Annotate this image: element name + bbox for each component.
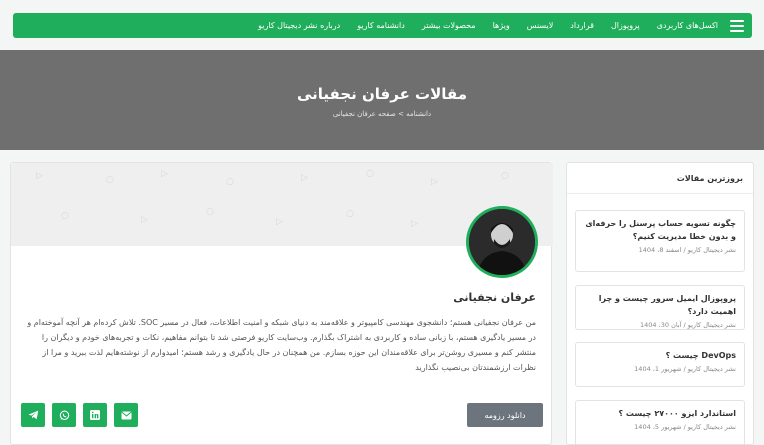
nav-item-proposal[interactable]: پروپوزال bbox=[611, 21, 640, 30]
article-card[interactable]: استاندارد ایزو ۲۷۰۰۰ چیست ؟ نشر دیجیتال … bbox=[575, 400, 745, 444]
article-card[interactable]: DevOps چیست ؟ نشر دیجیتال کاریو / شهریور… bbox=[575, 342, 745, 387]
author-photo bbox=[469, 209, 535, 275]
nav-menu: اکسل‌های کاربردی پروپوزال قرارداد لایسنس… bbox=[258, 21, 718, 30]
nav-item-about[interactable]: درباره نشر دیجیتال کاریو bbox=[258, 21, 340, 30]
linkedin-icon[interactable] bbox=[83, 403, 107, 427]
menu-icon[interactable] bbox=[730, 19, 744, 32]
article-meta: نشر دیجیتال کاریو / اسفند 8، 1404 bbox=[638, 246, 736, 254]
telegram-icon[interactable] bbox=[21, 403, 45, 427]
article-card[interactable]: پروپوزال ایمیل سرور چیست و چرا اهمیت دار… bbox=[575, 285, 745, 330]
nav-item-contract[interactable]: قرارداد bbox=[570, 21, 594, 30]
nav-item-more-products[interactable]: محصولات بیشتر bbox=[422, 21, 476, 30]
article-title[interactable]: استاندارد ایزو ۲۷۰۰۰ چیست ؟ bbox=[584, 407, 736, 420]
article-meta: نشر دیجیتال کاریو / شهریور 1، 1404 bbox=[634, 365, 736, 373]
nav-item-license[interactable]: لایسنس bbox=[527, 21, 554, 30]
page-hero: مقالات عرفان نجفیانی دانشنامه > صفحه عرف… bbox=[0, 50, 764, 150]
breadcrumb[interactable]: دانشنامه > صفحه عرفان نجفیانی bbox=[0, 110, 764, 118]
page-title: مقالات عرفان نجفیانی bbox=[296, 85, 468, 103]
social-links bbox=[21, 403, 138, 427]
article-meta: نشر دیجیتال کاریو / آبان 30، 1404 bbox=[640, 321, 736, 329]
author-bio: من عرفان نجفیانی هستم؛ دانشجوی مهندسی کا… bbox=[27, 318, 536, 372]
nav-item-knowledge[interactable]: دانشنامه کاریو bbox=[357, 21, 405, 30]
article-title[interactable]: DevOps چیست ؟ bbox=[584, 349, 736, 362]
nav-item-excel[interactable]: اکسل‌های کاربردی bbox=[657, 21, 718, 30]
author-card: ▷ ○ ▷ ○ ▷ ○ ▷ ○ ○ ▷ ○ ▷ ○ ▷ عرفان نجفیان… bbox=[10, 162, 553, 445]
avatar bbox=[466, 206, 538, 278]
author-name: عرفان نجفیانی bbox=[453, 291, 536, 304]
sidebar-title: بروزترین مقالات bbox=[676, 174, 743, 183]
download-resume-button[interactable]: دانلود رزومه bbox=[467, 403, 543, 427]
article-meta: نشر دیجیتال کاریو / شهریور 5، 1404 bbox=[634, 423, 736, 431]
latest-articles-sidebar: بروزترین مقالات چگونه تسویه حساب پرسنل ر… bbox=[566, 162, 754, 445]
article-title[interactable]: چگونه تسویه حساب پرسنل را حرفه‌ای و بدون… bbox=[584, 217, 736, 243]
top-navbar: اکسل‌های کاربردی پروپوزال قرارداد لایسنس… bbox=[13, 13, 752, 38]
article-card[interactable]: چگونه تسویه حساب پرسنل را حرفه‌ای و بدون… bbox=[575, 210, 745, 272]
nav-item-features[interactable]: ویژها bbox=[493, 21, 510, 30]
email-icon[interactable] bbox=[114, 403, 138, 427]
whatsapp-icon[interactable] bbox=[52, 403, 76, 427]
divider bbox=[567, 193, 753, 194]
article-title[interactable]: پروپوزال ایمیل سرور چیست و چرا اهمیت دار… bbox=[584, 292, 736, 318]
